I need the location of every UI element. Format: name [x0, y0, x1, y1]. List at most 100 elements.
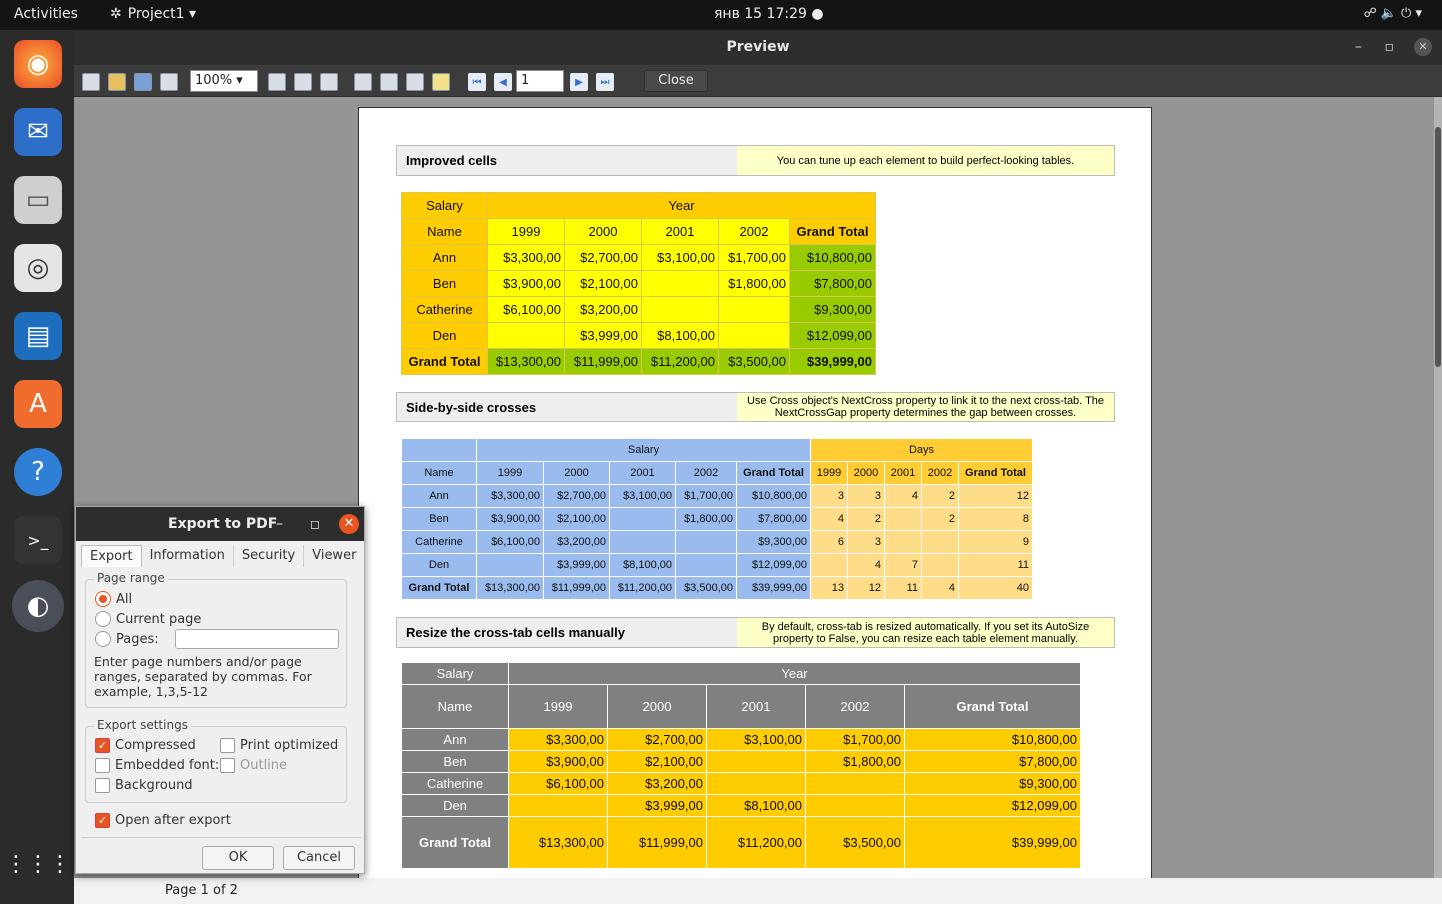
radio-all[interactable]: All: [95, 591, 132, 607]
data-cell: 40: [958, 576, 1033, 600]
header-cell: Salary: [401, 192, 488, 219]
rhythmbox-icon[interactable]: ◎: [14, 244, 62, 292]
dialog-tabs: Export Information Security Viewer: [81, 545, 358, 567]
save-icon[interactable]: [134, 73, 152, 91]
two-pages-icon[interactable]: [320, 73, 338, 91]
crosstab-improved: Salary Year Name 1999 2000 2001 2002 Grand Tot…: [401, 192, 876, 375]
zoom-select[interactable]: 100% ▾: [190, 70, 258, 92]
data-cell: [641, 296, 719, 323]
header-cell: 1999: [508, 684, 608, 729]
data-cell: $10,800,00: [789, 244, 876, 271]
close-icon[interactable]: ✕: [1414, 38, 1432, 56]
thunderbird-icon[interactable]: ✉: [14, 108, 62, 156]
help-icon[interactable]: ?: [14, 448, 62, 496]
data-cell: 2: [921, 507, 959, 531]
section-note: Use Cross object's NextCross property to…: [737, 393, 1114, 421]
data-cell: $3,200,00: [607, 772, 707, 795]
data-cell: $2,100,00: [564, 270, 642, 297]
app-running-icon[interactable]: ◐: [12, 580, 64, 632]
maximize-icon[interactable]: ▫: [1385, 30, 1395, 65]
vertical-scrollbar[interactable]: [1434, 97, 1442, 878]
clock[interactable]: янв 15 17:29 ●: [714, 6, 824, 22]
data-cell: 6: [810, 530, 848, 554]
data-cell: $13,300,00: [476, 576, 544, 600]
top-bar: Activities ✲ Project1 ▾ янв 15 17:29 ● ☍ …: [0, 0, 1442, 30]
scrollbar-thumb[interactable]: [1435, 127, 1441, 367]
data-cell: $3,999,00: [564, 322, 642, 349]
checkbox-outline[interactable]: Outline: [220, 758, 287, 773]
page-width-icon[interactable]: [268, 73, 286, 91]
data-cell: [609, 507, 676, 531]
app-menu[interactable]: ✲ Project1 ▾: [110, 6, 196, 22]
terminal-icon[interactable]: >_: [14, 516, 62, 564]
cancel-button[interactable]: Cancel: [283, 846, 355, 870]
whole-page-icon[interactable]: [294, 73, 312, 91]
row-header-cell: Ann: [401, 244, 488, 271]
page-setup-icon[interactable]: [406, 73, 424, 91]
tab-information[interactable]: Information: [142, 545, 234, 567]
last-page-icon[interactable]: ⏭: [596, 73, 614, 91]
thumbnails-icon[interactable]: [380, 73, 398, 91]
dialog-maximize-icon[interactable]: ◻: [310, 507, 320, 541]
data-cell: [805, 772, 905, 795]
radio-current-page[interactable]: Current page: [95, 611, 201, 627]
data-cell: $8,100,00: [641, 322, 719, 349]
checkbox-background[interactable]: Background: [95, 778, 193, 793]
ok-button[interactable]: OK: [202, 846, 274, 870]
minimize-icon[interactable]: –: [1355, 30, 1362, 65]
status-bar: Page 1 of 2: [74, 878, 1442, 904]
data-cell: 3: [847, 484, 885, 508]
tab-viewer[interactable]: Viewer: [304, 545, 364, 567]
radio-pages[interactable]: Pages:: [95, 631, 159, 647]
checkbox-print-optimized[interactable]: Print optimized: [220, 738, 338, 753]
checkbox-label: Compressed: [115, 738, 196, 753]
data-cell: 2: [847, 507, 885, 531]
data-cell: $39,999,00: [904, 816, 1081, 869]
close-button[interactable]: Close: [644, 70, 708, 92]
prev-page-icon[interactable]: ◀: [494, 73, 512, 91]
firefox-icon[interactable]: ◉: [14, 40, 62, 88]
page-number-input[interactable]: 1: [516, 70, 564, 92]
system-tray[interactable]: ☍ 🔈 ⏻ ▾: [1363, 6, 1422, 21]
tab-export[interactable]: Export: [81, 545, 142, 567]
writer-icon[interactable]: ▤: [14, 312, 62, 360]
checkbox-open-after-export[interactable]: ✓ Open after export: [95, 813, 231, 828]
checkbox-embedded-font[interactable]: Embedded font:: [95, 758, 219, 773]
data-cell: $1,700,00: [718, 244, 790, 271]
header-cell: Grand Total: [736, 461, 811, 485]
page-status: Page 1 of 2: [165, 883, 238, 898]
row-header-cell: Ann: [401, 728, 509, 751]
dialog-close-icon[interactable]: ✕: [339, 514, 359, 534]
files-icon[interactable]: ▭: [14, 176, 62, 224]
first-page-icon[interactable]: ⏮: [468, 73, 486, 91]
radio-label: Pages:: [116, 631, 159, 647]
table-row: Grand Total $13,300,00 $11,999,00 $11,200,0…: [401, 576, 1033, 600]
data-cell: $2,700,00: [564, 244, 642, 271]
table-row: Ben $3,900,00 $2,100,00 $1,800,00 $7,800,00 4…: [401, 507, 1033, 531]
tab-security[interactable]: Security: [234, 545, 305, 567]
radio-label: All: [116, 591, 133, 607]
print-icon[interactable]: [82, 73, 100, 91]
export-icon[interactable]: [160, 73, 178, 91]
checkbox-label: Background: [115, 778, 193, 793]
header-cell: Name: [401, 218, 488, 245]
data-cell: $3,300,00: [508, 728, 608, 751]
pages-input[interactable]: [175, 629, 339, 649]
table-row: Catherine $6,100,00 $3,200,00 $9,300,00: [401, 772, 1081, 795]
open-icon[interactable]: [108, 73, 126, 91]
show-apps-icon[interactable]: ⋮⋮⋮: [5, 840, 71, 888]
data-cell: $1,800,00: [718, 270, 790, 297]
data-cell: 12: [958, 484, 1033, 508]
checkbox-compressed[interactable]: ✓ Compressed: [95, 738, 196, 753]
edit-icon[interactable]: [432, 73, 450, 91]
data-cell: $3,200,00: [564, 296, 642, 323]
dialog-minimize-icon[interactable]: –: [276, 507, 283, 541]
data-cell: [641, 270, 719, 297]
data-cell: $3,300,00: [487, 244, 565, 271]
dock: ◉ ✉ ▭ ◎ ▤ A ? >_ ◐ ⋮⋮⋮: [0, 30, 74, 904]
software-icon[interactable]: A: [14, 380, 62, 428]
data-cell: [884, 507, 922, 531]
outline-icon[interactable]: [354, 73, 372, 91]
activities-button[interactable]: Activities: [14, 6, 78, 22]
next-page-icon[interactable]: ▶: [570, 73, 588, 91]
